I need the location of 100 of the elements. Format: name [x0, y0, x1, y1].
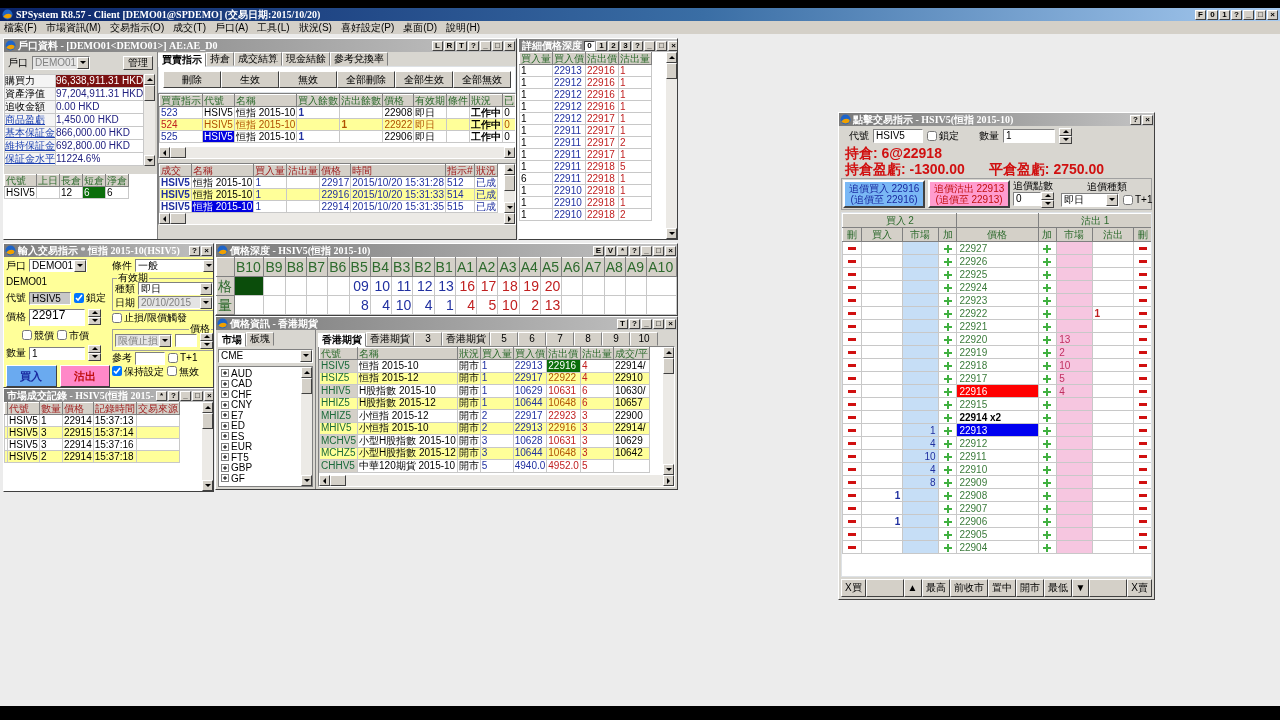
title-bar-button[interactable]: □: [191, 390, 203, 401]
column-header[interactable]: 代號: [4, 174, 37, 187]
plus-icon[interactable]: [943, 491, 952, 500]
column-header[interactable]: 代號: [202, 94, 235, 107]
column-header[interactable]: 短倉: [82, 174, 106, 187]
column-header[interactable]: A10: [646, 257, 677, 277]
column-header[interactable]: 沽出量: [580, 347, 614, 360]
tree-item[interactable]: E7: [231, 409, 244, 421]
title-bar-button[interactable]: ?: [632, 40, 643, 51]
menu-item[interactable]: 說明(H): [446, 21, 481, 34]
expand-icon[interactable]: [221, 421, 229, 430]
plus-icon[interactable]: [943, 530, 952, 539]
tree-item[interactable]: CNY: [231, 399, 253, 411]
plus-icon[interactable]: [943, 374, 952, 383]
plus-icon[interactable]: [943, 439, 952, 448]
title-bar-button[interactable]: ?: [629, 245, 640, 256]
column-header[interactable]: 名稱: [191, 164, 254, 177]
plus-icon[interactable]: [1043, 530, 1052, 539]
title-bar-button[interactable]: ×: [665, 245, 676, 256]
plus-icon[interactable]: [1043, 296, 1052, 305]
vertical-scrollbar[interactable]: [202, 402, 213, 491]
column-header[interactable]: A1: [455, 257, 477, 277]
chase-buy-button[interactable]: 追價買入 22916 (追價至 22916): [843, 180, 925, 208]
title-bar-button[interactable]: *: [155, 390, 167, 401]
plus-icon[interactable]: [943, 361, 952, 370]
type-dropdown[interactable]: 即日: [138, 282, 213, 295]
expand-icon[interactable]: [221, 390, 229, 399]
title-bar-tab[interactable]: 1: [596, 40, 607, 51]
checkbox[interactable]: [112, 312, 122, 323]
column-header[interactable]: 沽出量: [618, 52, 652, 65]
column-header[interactable]: 買入量: [480, 347, 514, 360]
tree-item[interactable]: FT5: [231, 451, 249, 463]
expand-icon[interactable]: [221, 432, 229, 441]
title-bar-button[interactable]: _: [641, 318, 652, 329]
column-header[interactable]: 有效期: [413, 94, 447, 107]
title-bar-button[interactable]: _: [179, 390, 191, 401]
column-header[interactable]: 長倉: [59, 174, 83, 187]
input-field[interactable]: 0: [1013, 191, 1041, 206]
column-header[interactable]: 狀況: [469, 94, 503, 107]
title-bar-button[interactable]: ×: [1267, 9, 1278, 20]
plus-icon[interactable]: [943, 465, 952, 474]
title-bar-button[interactable]: ×: [1142, 114, 1153, 125]
plus-icon[interactable]: [1043, 257, 1052, 266]
plus-icon[interactable]: [943, 270, 952, 279]
menu-item[interactable]: 狀況(S): [298, 21, 332, 34]
expand-icon[interactable]: [221, 442, 229, 451]
plus-icon[interactable]: [1043, 491, 1052, 500]
checkbox[interactable]: [112, 366, 122, 377]
title-bar-button[interactable]: V: [605, 245, 616, 256]
column-header[interactable]: 價格: [382, 94, 414, 107]
plus-icon[interactable]: [1043, 309, 1052, 318]
spin-up-button[interactable]: [88, 345, 101, 353]
title-bar-button[interactable]: ?: [1231, 9, 1242, 20]
column-header[interactable]: 買賣指示: [159, 94, 203, 107]
horizontal-scrollbar[interactable]: [159, 147, 515, 158]
checkbox[interactable]: [22, 330, 32, 341]
title-bar-tab[interactable]: 3: [620, 40, 631, 51]
plus-icon[interactable]: [1043, 400, 1052, 409]
column-header[interactable]: A7: [582, 257, 605, 277]
spin-up-button[interactable]: [1041, 191, 1054, 200]
title-bar-button[interactable]: ×: [668, 40, 677, 51]
toolbar-button[interactable]: 生效: [221, 71, 279, 88]
title-bar-button[interactable]: □: [656, 40, 667, 51]
column-header[interactable]: A6: [561, 257, 583, 277]
tab[interactable]: 成交結算: [234, 52, 282, 66]
tab[interactable]: 3: [414, 332, 442, 346]
plus-icon[interactable]: [943, 335, 952, 344]
menu-item[interactable]: 戶口(A): [215, 21, 249, 34]
title-bar-button[interactable]: ?: [629, 318, 640, 329]
tab[interactable]: 香港期貨: [318, 333, 366, 347]
column-header[interactable]: B2: [412, 257, 435, 277]
market-dropdown[interactable]: CME: [218, 349, 313, 363]
column-header[interactable]: 記錄時間: [93, 402, 137, 415]
title-bar-button[interactable]: ?: [167, 390, 179, 401]
column-header[interactable]: A9: [625, 257, 647, 277]
column-header[interactable]: 沽出價: [546, 347, 581, 360]
toolbar-button[interactable]: X賣: [1127, 579, 1152, 597]
column-header[interactable]: 買入餘數: [296, 94, 340, 107]
vertical-scrollbar[interactable]: [301, 367, 312, 486]
title-bar-button[interactable]: F: [1195, 9, 1206, 20]
column-header[interactable]: 買入量: [253, 164, 287, 177]
column-header[interactable]: 名稱: [357, 347, 458, 360]
checkbox[interactable]: [927, 131, 937, 141]
vertical-scrollbar[interactable]: [504, 164, 515, 213]
input-field[interactable]: 22917: [29, 308, 85, 326]
column-header[interactable]: A4: [519, 257, 541, 277]
column-header[interactable]: B5: [349, 257, 371, 277]
column-header[interactable]: 代號: [7, 402, 40, 415]
tab[interactable]: 9: [602, 332, 630, 346]
plus-icon[interactable]: [1043, 283, 1052, 292]
plus-icon[interactable]: [1043, 374, 1052, 383]
plus-icon[interactable]: [943, 478, 952, 487]
expand-icon[interactable]: [221, 411, 229, 420]
tab[interactable]: 7: [546, 332, 574, 346]
plus-icon[interactable]: [943, 452, 952, 461]
tree-item[interactable]: ES: [231, 430, 245, 442]
column-header[interactable]: 狀況: [474, 164, 498, 177]
condition-dropdown[interactable]: 一般: [135, 259, 213, 272]
title-bar-button[interactable]: _: [644, 40, 655, 51]
menu-item[interactable]: 檔案(F): [4, 21, 37, 34]
